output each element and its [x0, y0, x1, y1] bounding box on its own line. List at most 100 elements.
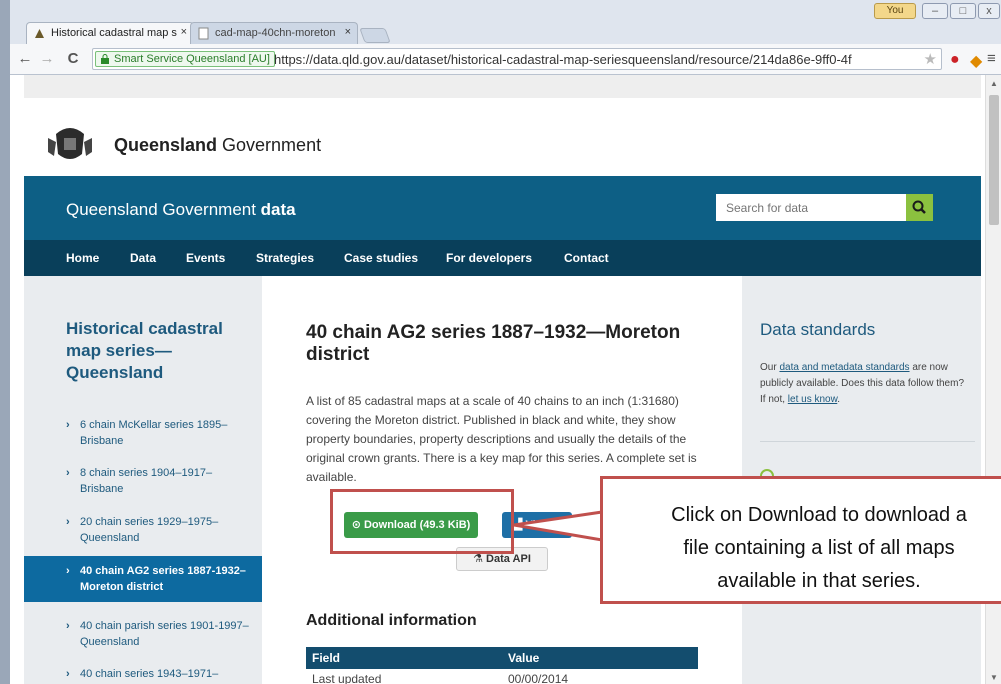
- forward-arrow-icon[interactable]: →: [38, 50, 56, 67]
- nav-case-studies[interactable]: Case studies: [344, 251, 418, 265]
- site-identity-badge[interactable]: Smart Service Queensland [AU]: [95, 51, 275, 67]
- ds-text-1: Our: [760, 362, 780, 373]
- browser-chrome: Historical cadastral map s × cad-map-40c…: [0, 0, 1001, 75]
- table-header-row: Field Value: [306, 647, 698, 669]
- sidebar-item-label: 40 chain series 1943–1971–: [80, 668, 219, 680]
- close-window-button[interactable]: x: [978, 3, 1000, 19]
- flask-icon: ⚗: [473, 553, 487, 565]
- scroll-down-arrow-icon[interactable]: ▼: [990, 673, 998, 682]
- left-sidebar: Historical cadastral map series—Queensla…: [24, 276, 262, 684]
- download-highlight-box: [330, 489, 514, 554]
- ds-text-3: .: [837, 394, 841, 405]
- back-arrow-icon[interactable]: ←: [16, 50, 34, 67]
- sidebar-item-label: 40 chain AG2 series 1887-1932–Moreton di…: [80, 565, 246, 593]
- data-standards-link[interactable]: data and metadata standards: [779, 362, 909, 373]
- tab-cad-map[interactable]: cad-map-40chn-moreton ×: [190, 22, 358, 44]
- sidebar-item-label: 8 chain series 1904–1917–Brisbane: [80, 467, 213, 495]
- qld-crest-logo-icon[interactable]: [46, 124, 94, 164]
- site-title-plain: Queensland Government: [66, 200, 261, 219]
- search-input[interactable]: [716, 194, 906, 221]
- gov-name[interactable]: Queensland Government: [114, 135, 321, 156]
- resource-description: A list of 85 cadastral maps at a scale o…: [306, 394, 697, 484]
- chevron-right-icon: ›: [66, 419, 70, 431]
- qld-crest-favicon-icon: [35, 29, 44, 38]
- additional-info-heading: Additional information: [306, 612, 477, 629]
- sidebar-item-20-chain[interactable]: › 20 chain series 1929–1975–Queensland: [24, 514, 262, 546]
- callout-line-1: Click on Download to download a: [671, 504, 967, 526]
- tab-close-icon[interactable]: ×: [345, 26, 351, 38]
- pinterest-extension-icon[interactable]: ●: [950, 51, 960, 69]
- chevron-right-icon: ›: [66, 620, 70, 632]
- nav-for-developers[interactable]: For developers: [446, 251, 532, 265]
- chevron-right-icon: ›: [66, 565, 70, 577]
- scroll-up-arrow-icon[interactable]: ▲: [990, 79, 998, 88]
- lock-icon: [101, 54, 109, 64]
- chart-icon: ▟: [514, 519, 526, 531]
- table-cell: Last updated: [306, 669, 502, 684]
- table-header-field: Field: [306, 647, 502, 669]
- tab-historical-cadastral[interactable]: Historical cadastral map s ×: [26, 22, 194, 44]
- minimize-button[interactable]: –: [922, 3, 948, 19]
- chevron-right-icon: ›: [66, 467, 70, 479]
- nav-strategies[interactable]: Strategies: [256, 251, 314, 265]
- sidebar-item-40-chain-1943[interactable]: › 40 chain series 1943–1971–: [24, 666, 262, 682]
- callout-line-2: file containing a list of all maps: [683, 537, 955, 559]
- sidebar-item-8-chain[interactable]: › 8 chain series 1904–1917–Brisbane: [24, 465, 262, 497]
- nav-events[interactable]: Events: [186, 251, 225, 265]
- url-text: https://data.qld.gov.au/dataset/historic…: [274, 52, 852, 67]
- nav-home[interactable]: Home: [66, 251, 99, 265]
- data-standards-title: Data standards: [760, 320, 876, 339]
- nav-data[interactable]: Data: [130, 251, 156, 265]
- extension-icon[interactable]: ◆: [970, 51, 982, 71]
- gov-name-rest: Government: [217, 135, 322, 155]
- site-identity-text: Smart Service Queensland [AU]: [114, 53, 270, 65]
- sidebar-item-6-chain[interactable]: › 6 chain McKellar series 1895–Brisbane: [24, 417, 262, 449]
- gov-header: Queensland Government: [24, 98, 981, 176]
- maximize-button[interactable]: □: [950, 3, 976, 19]
- data-api-label: Data API: [486, 553, 531, 565]
- tab-strip: Historical cadastral map s × cad-map-40c…: [10, 22, 1001, 44]
- gov-name-bold: Queensland: [114, 135, 218, 155]
- window-controls: – □: [922, 3, 976, 21]
- callout-line-3: available in that series.: [717, 570, 921, 592]
- scrollbar-thumb[interactable]: [989, 95, 999, 225]
- address-bar[interactable]: Smart Service Queensland [AU] https://da…: [92, 48, 942, 70]
- table-row: Last updated 00/00/2014: [306, 669, 698, 684]
- reload-icon[interactable]: C: [64, 50, 82, 67]
- bookmark-star-icon[interactable]: ★: [924, 50, 937, 68]
- sidebar-item-label: 6 chain McKellar series 1895–Brisbane: [80, 419, 228, 447]
- nav-contact[interactable]: Contact: [564, 251, 609, 265]
- sidebar-title[interactable]: Historical cadastral map series—Queensla…: [66, 318, 246, 384]
- table-header-value: Value: [502, 647, 698, 669]
- sidebar-item-label: 40 chain parish series 1901-1997–Queensl…: [80, 620, 249, 648]
- site-title[interactable]: Queensland Government data: [66, 200, 296, 220]
- browser-toolbar: ← → C Smart Service Queensland [AU] http…: [10, 44, 1001, 75]
- tab-close-icon[interactable]: ×: [181, 26, 187, 38]
- table-cell: 00/00/2014: [502, 669, 698, 684]
- view-label: Vi: [525, 519, 536, 531]
- page-title: 40 chain AG2 series 1887–1932—Moreton di…: [306, 322, 681, 365]
- divider: [760, 441, 975, 442]
- callout-text: Click on Download to download a file con…: [619, 499, 1001, 598]
- user-profile-badge[interactable]: You: [874, 3, 916, 19]
- page-favicon-icon: [198, 27, 209, 40]
- site-title-bold: data: [260, 200, 296, 219]
- new-tab-button[interactable]: [359, 28, 391, 43]
- sidebar-item-40-chain-parish[interactable]: › 40 chain parish series 1901-1997–Queens…: [24, 618, 262, 650]
- window-frame-edge: [0, 0, 10, 684]
- chevron-right-icon: ›: [66, 668, 70, 680]
- search-button[interactable]: [906, 194, 933, 221]
- menu-icon[interactable]: ≡: [987, 50, 996, 67]
- search-icon: [912, 200, 926, 214]
- let-us-know-link[interactable]: let us know: [788, 394, 837, 405]
- tab-title: Historical cadastral map s: [51, 27, 177, 39]
- chevron-right-icon: ›: [66, 516, 70, 528]
- data-standards-text: Our data and metadata standards are now …: [760, 360, 965, 408]
- sidebar-item-40-chain-ag2[interactable]: › 40 chain AG2 series 1887-1932–Moreton d…: [24, 556, 262, 602]
- main-navbar: Home Data Events Strategies Case studies…: [24, 240, 981, 276]
- close-window-control: x: [978, 3, 1000, 21]
- tab-title: cad-map-40chn-moreton: [215, 27, 336, 39]
- additional-info-table: Field Value Last updated 00/00/2014: [306, 647, 698, 684]
- annotation-callout: Click on Download to download a file con…: [600, 476, 1001, 604]
- sidebar-item-label: 20 chain series 1929–1975–Queensland: [80, 516, 219, 544]
